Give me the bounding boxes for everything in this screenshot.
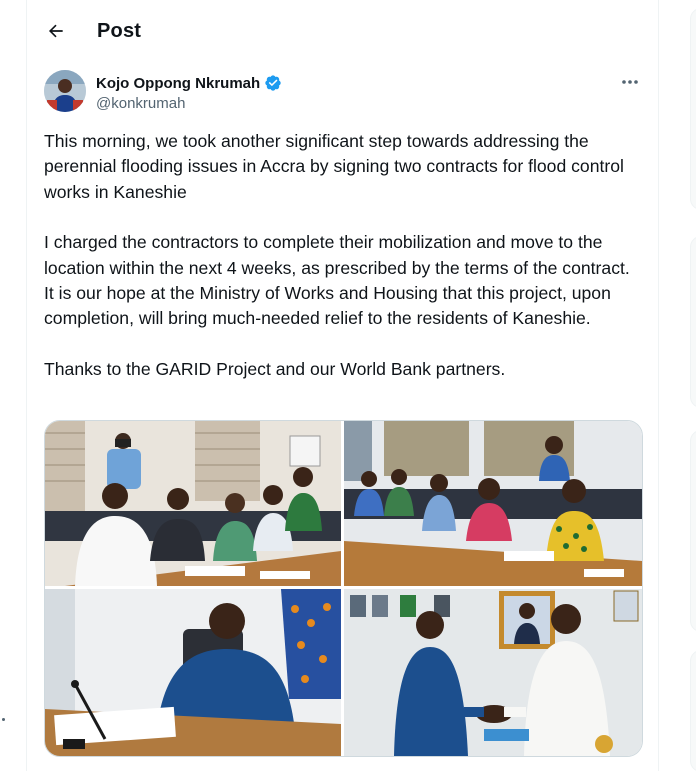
arrow-left-icon [48, 24, 63, 38]
tweet-paragraph: I charged the contractors to complete th… [44, 232, 630, 329]
page-title: Post [97, 19, 142, 42]
media-grid [44, 420, 643, 757]
left-gutter [0, 0, 26, 771]
post-header: Post [27, 0, 658, 62]
tweet-text: This morning, we took another significan… [44, 129, 644, 382]
photo-meeting-room[interactable] [45, 421, 341, 586]
sidebar-card [690, 8, 696, 210]
sidebar-card [690, 236, 696, 408]
display-name-row: Kojo Oppong Nkrumah [96, 74, 282, 92]
column-divider-left [26, 0, 27, 771]
handle[interactable]: @konkrumah [96, 95, 185, 112]
tweet-paragraph: This morning, we took another significan… [44, 131, 624, 202]
sidebar-card [690, 650, 696, 772]
avatar-photo [44, 70, 86, 112]
decorative-dot [2, 718, 5, 721]
back-button[interactable] [39, 14, 73, 48]
photo-handshake[interactable] [344, 589, 642, 756]
tweet-paragraph: Thanks to the GARID Project and our Worl… [44, 358, 506, 379]
sidebar-card [690, 430, 696, 632]
more-horizontal-icon [622, 80, 638, 84]
photo-signing-contract[interactable] [45, 589, 341, 756]
photo-conference-table[interactable] [344, 421, 642, 586]
display-name[interactable]: Kojo Oppong Nkrumah [96, 75, 260, 92]
avatar[interactable] [44, 70, 86, 112]
author-row: Kojo Oppong Nkrumah @konkrumah [44, 70, 644, 116]
more-button[interactable] [618, 72, 642, 92]
verified-badge-icon [265, 75, 281, 91]
